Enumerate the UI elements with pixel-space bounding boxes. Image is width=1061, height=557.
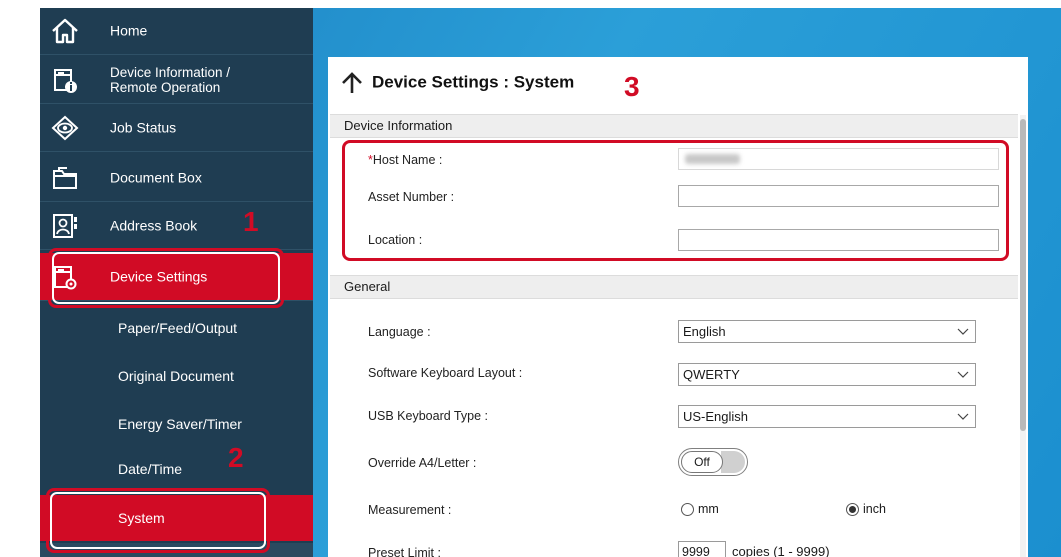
sidebar-item-job-status[interactable]: Job Status: [40, 105, 313, 152]
measurement-label: Measurement :: [368, 503, 452, 517]
callout-number-2: 2: [228, 442, 244, 473]
scrollbar-thumb[interactable]: [1020, 119, 1026, 431]
sidebar-item-label: Remote Operation: [110, 79, 221, 95]
browser-viewport: Home Device Information / Remote Operati…: [40, 8, 1061, 557]
highlight-device-information: [342, 140, 1009, 261]
chevron-down-icon: [957, 328, 969, 335]
language-select[interactable]: English: [678, 320, 976, 343]
preset-limit-suffix: copies (1 - 9999): [732, 544, 830, 557]
sidebar-subitem-date-time[interactable]: Date/Time: [40, 445, 313, 493]
radio-inch[interactable]: inch: [846, 502, 886, 516]
sidebar-item-label: Home: [110, 22, 148, 39]
chevron-down-icon: [957, 371, 969, 378]
usb-keyboard-select[interactable]: US-English: [678, 405, 976, 428]
device-info-icon: [54, 68, 77, 93]
toggle-knob: Off: [681, 451, 723, 473]
keyboard-layout-select[interactable]: QWERTY: [678, 363, 976, 386]
folder-icon: [53, 166, 77, 189]
radio-button-selected: [846, 502, 859, 516]
sidebar-subitem-label: Paper/Feed/Output: [118, 320, 238, 336]
sidebar-subitem-original-document[interactable]: Original Document: [40, 352, 313, 400]
chevron-down-icon: [957, 413, 969, 420]
sidebar-item-label: Address Book: [110, 217, 198, 234]
preset-limit-field[interactable]: 9999: [678, 541, 726, 557]
radio-button: [681, 502, 694, 516]
preset-limit-label: Preset Limit :: [368, 546, 441, 557]
sidebar-item-label: Device Information /: [110, 64, 231, 80]
settings-panel: Device Settings : System 3 Device Inform…: [328, 57, 1028, 557]
sidebar-item-document-box[interactable]: Document Box: [40, 154, 313, 202]
sidebar-item-device-information[interactable]: Device Information / Remote Operation: [40, 56, 313, 104]
override-toggle[interactable]: Off: [678, 448, 748, 476]
arrow-up-icon[interactable]: [340, 71, 364, 95]
sidebar-item-label: Document Box: [110, 169, 202, 185]
override-label: Override A4/Letter :: [368, 456, 477, 470]
highlight-device-settings-inner: [52, 252, 280, 304]
sidebar-item-address-book[interactable]: Address Book: [40, 203, 313, 250]
callout-number-1: 1: [243, 206, 259, 237]
home-icon: [52, 18, 78, 44]
address-book-icon: [53, 214, 77, 238]
scrollbar[interactable]: [1020, 115, 1026, 557]
sidebar-subitem-label: Energy Saver/Timer: [118, 416, 242, 432]
page-title-text: Device Settings : System: [372, 72, 575, 92]
usb-keyboard-label: USB Keyboard Type :: [368, 409, 488, 423]
sidebar-item-label: Job Status: [110, 119, 177, 136]
sidebar-subitem-label: Date/Time: [118, 461, 183, 477]
language-label: Language :: [368, 325, 431, 339]
highlight-system-inner: [50, 492, 266, 549]
radio-mm[interactable]: mm: [681, 502, 719, 516]
eye-icon: [51, 115, 79, 141]
section-header-device-information: Device Information: [330, 114, 1018, 138]
section-header-general: General: [330, 275, 1018, 299]
sidebar-subitem-label: Original Document: [118, 368, 234, 384]
sidebar-subitem-paper-feed-output[interactable]: Paper/Feed/Output: [40, 304, 313, 352]
sidebar-item-home[interactable]: Home: [40, 8, 313, 55]
callout-number-3: 3: [624, 71, 640, 102]
keyboard-layout-label: Software Keyboard Layout :: [368, 366, 523, 380]
page-title: Device Settings : System: [340, 71, 574, 95]
sidebar-subitem-energy-saver-timer[interactable]: Energy Saver/Timer: [40, 400, 313, 448]
